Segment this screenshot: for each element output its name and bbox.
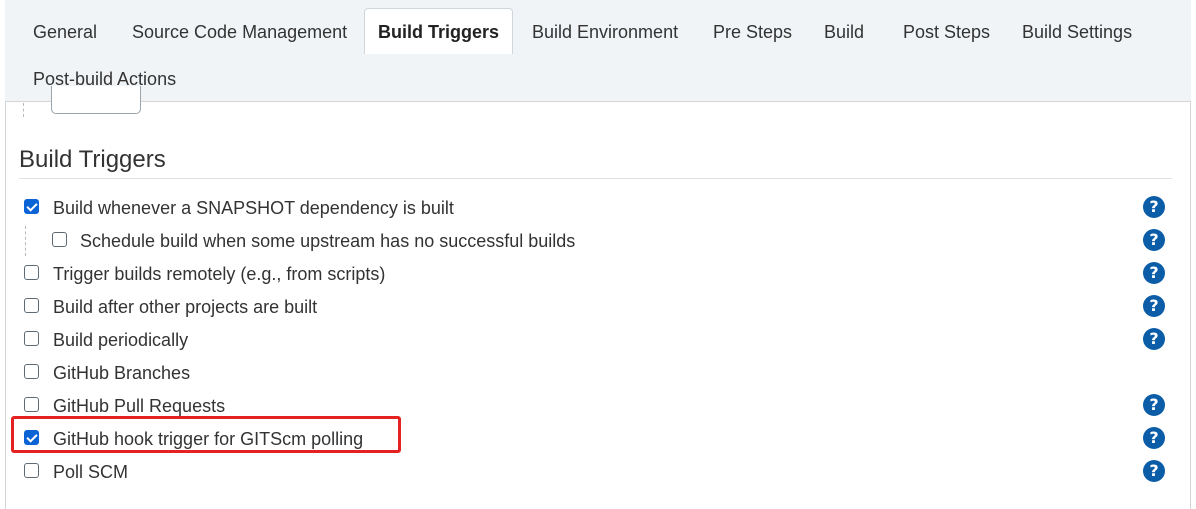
trigger-option-row: Poll SCM ? xyxy=(0,455,1196,488)
github-hook-trigger-checkbox[interactable] xyxy=(24,430,39,445)
nesting-guide xyxy=(23,103,24,117)
section-divider xyxy=(19,178,1172,179)
question-mark-icon[interactable]: ? xyxy=(1143,460,1165,482)
tab-source-code-management[interactable]: Source Code Management xyxy=(132,21,347,43)
tab-build-triggers[interactable]: Build Triggers xyxy=(364,8,514,54)
trigger-option-row: Trigger builds remotely (e.g., from scri… xyxy=(0,257,1196,290)
github-hook-trigger-label[interactable]: GitHub hook trigger for GITScm polling xyxy=(53,428,363,450)
trigger-option-row: Build whenever a SNAPSHOT dependency is … xyxy=(0,191,1196,224)
trigger-option-row: Schedule build when some upstream has no… xyxy=(0,224,1196,257)
build-after-projects-label[interactable]: Build after other projects are built xyxy=(53,296,317,318)
github-branches-checkbox[interactable] xyxy=(24,364,39,379)
tab-build-settings[interactable]: Build Settings xyxy=(1022,21,1132,43)
question-mark-icon[interactable]: ? xyxy=(1143,196,1165,218)
question-mark-icon[interactable]: ? xyxy=(1143,394,1165,416)
config-tab-bar xyxy=(5,0,1191,102)
tab-build[interactable]: Build xyxy=(824,21,864,43)
previous-section-button[interactable] xyxy=(51,86,141,114)
question-mark-icon[interactable]: ? xyxy=(1143,427,1165,449)
trigger-option-row: Build periodically ? xyxy=(0,323,1196,356)
tab-pre-steps[interactable]: Pre Steps xyxy=(713,21,792,43)
trigger-remotely-label[interactable]: Trigger builds remotely (e.g., from scri… xyxy=(53,263,385,285)
question-mark-icon[interactable]: ? xyxy=(1143,295,1165,317)
poll-scm-checkbox[interactable] xyxy=(24,463,39,478)
github-pull-requests-checkbox[interactable] xyxy=(24,397,39,412)
poll-scm-label[interactable]: Poll SCM xyxy=(53,461,128,483)
trigger-option-row: Build after other projects are built ? xyxy=(0,290,1196,323)
section-title: Build Triggers xyxy=(19,146,166,173)
snapshot-dependency-checkbox[interactable] xyxy=(24,199,39,214)
build-after-projects-checkbox[interactable] xyxy=(24,298,39,313)
github-branches-label[interactable]: GitHub Branches xyxy=(53,362,190,384)
schedule-upstream-checkbox[interactable] xyxy=(52,232,67,247)
trigger-option-row: GitHub Branches xyxy=(0,356,1196,389)
trigger-option-row: GitHub hook trigger for GITScm polling ? xyxy=(0,422,1196,455)
question-mark-icon[interactable]: ? xyxy=(1143,229,1165,251)
tab-build-environment[interactable]: Build Environment xyxy=(532,21,678,43)
question-mark-icon[interactable]: ? xyxy=(1143,328,1165,350)
build-periodically-label[interactable]: Build periodically xyxy=(53,329,188,351)
build-periodically-checkbox[interactable] xyxy=(24,331,39,346)
snapshot-dependency-label[interactable]: Build whenever a SNAPSHOT dependency is … xyxy=(53,197,454,219)
question-mark-icon[interactable]: ? xyxy=(1143,262,1165,284)
tab-post-steps[interactable]: Post Steps xyxy=(903,21,990,43)
trigger-option-row: GitHub Pull Requests ? xyxy=(0,389,1196,422)
tab-general[interactable]: General xyxy=(33,21,97,43)
github-pull-requests-label[interactable]: GitHub Pull Requests xyxy=(53,395,225,417)
schedule-upstream-label[interactable]: Schedule build when some upstream has no… xyxy=(80,230,575,252)
trigger-remotely-checkbox[interactable] xyxy=(24,265,39,280)
